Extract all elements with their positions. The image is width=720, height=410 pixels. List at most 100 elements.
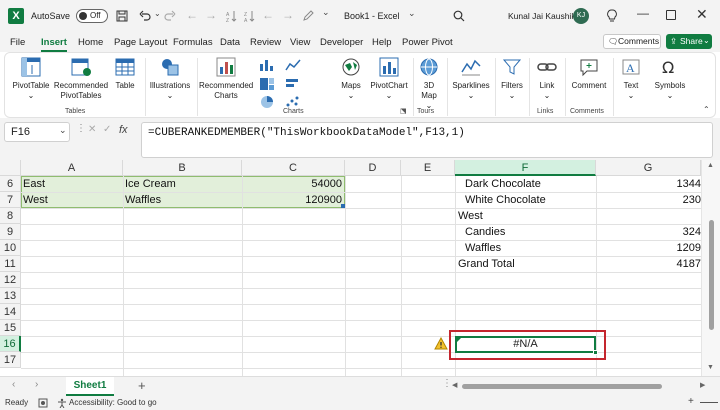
row-header[interactable]: 17 <box>0 352 21 368</box>
close-icon[interactable]: ✕ <box>696 6 708 23</box>
cell-a7[interactable]: West <box>23 192 121 208</box>
line-chart-icon[interactable] <box>285 58 301 72</box>
cell-b6[interactable]: Ice Cream <box>125 176 240 192</box>
worksheet-grid[interactable]: A B C D E F G 6 7 8 9 10 11 12 13 14 15 … <box>0 160 720 376</box>
title-dropdown-icon[interactable]: ⌄ <box>408 8 416 19</box>
cancel-formula-icon[interactable]: ✕ <box>88 124 96 135</box>
save-icon[interactable] <box>116 10 128 22</box>
lightbulb-icon[interactable] <box>606 9 618 23</box>
back-arrow-icon[interactable]: ← <box>186 8 198 22</box>
sparklines-button[interactable]: Sparklines ⌄ <box>449 56 493 101</box>
link-button[interactable]: Link ⌄ <box>531 56 563 101</box>
restore-icon[interactable] <box>666 10 676 20</box>
next-sheet-icon[interactable]: › <box>35 379 38 390</box>
row-header-selected[interactable]: 16 <box>0 336 21 352</box>
column-header-b[interactable]: B <box>123 160 242 176</box>
scroll-right-icon[interactable]: ▶ <box>700 381 705 389</box>
pivot-value-g11[interactable]: 4187 <box>597 256 701 272</box>
formula-input[interactable]: =CUBERANKEDMEMBER("ThisWorkbookDataModel… <box>141 122 713 158</box>
pie-chart-icon[interactable] <box>259 95 275 109</box>
cell-c7[interactable]: 120900 <box>243 192 345 208</box>
scrollbar-thumb[interactable] <box>709 220 714 330</box>
back-icon[interactable]: ← <box>262 8 274 22</box>
table-button[interactable]: Table <box>109 56 141 91</box>
pivot-label-f11[interactable]: Grand Total <box>458 256 595 272</box>
scroll-up-icon[interactable]: ▲ <box>707 162 714 169</box>
scroll-left-icon[interactable]: ◀ <box>452 381 457 389</box>
zoom-slider-track[interactable] <box>700 402 718 403</box>
row-header[interactable]: 14 <box>0 304 21 320</box>
prev-sheet-icon[interactable]: ‹ <box>12 379 15 390</box>
share-button[interactable]: ⇪ Share ⌄ <box>666 34 712 49</box>
sort-desc-icon[interactable]: ZA <box>244 10 256 22</box>
row-header[interactable]: 11 <box>0 256 21 272</box>
insert-function-icon[interactable]: fx <box>119 124 128 136</box>
bar-chart-icon[interactable] <box>285 77 301 91</box>
tab-review[interactable]: Review <box>250 37 281 48</box>
customize-qat-icon[interactable]: ⌄ <box>322 7 330 18</box>
pivot-label-f10[interactable]: Waffles <box>465 240 595 256</box>
column-header-e[interactable]: E <box>401 160 455 176</box>
row-header[interactable]: 7 <box>0 192 21 208</box>
redo-icon[interactable] <box>164 10 176 22</box>
text-button[interactable]: A Text ⌄ <box>615 56 647 101</box>
hierarchy-chart-icon[interactable] <box>259 77 275 91</box>
zoom-plus-icon[interactable]: + <box>688 396 694 407</box>
pen-icon[interactable] <box>302 10 314 22</box>
symbols-button[interactable]: Ω Symbols ⌄ <box>649 56 691 101</box>
column-chart-icon[interactable] <box>259 58 275 72</box>
row-header[interactable]: 8 <box>0 208 21 224</box>
accessibility-icon[interactable] <box>57 398 67 408</box>
minimize-icon[interactable]: — <box>637 6 649 20</box>
vertical-scrollbar[interactable]: ▲ ▼ <box>701 160 720 376</box>
row-header[interactable]: 13 <box>0 288 21 304</box>
charts-dialog-launcher-icon[interactable]: ⬔ <box>400 107 407 115</box>
sort-icon[interactable]: AZ <box>226 10 238 22</box>
tab-help[interactable]: Help <box>372 37 392 48</box>
pivot-value-g10[interactable]: 1209 <box>597 240 701 256</box>
tab-insert[interactable]: Insert <box>41 37 67 52</box>
pivot-label-f6[interactable]: Dark Chocolate <box>465 176 595 192</box>
pivottable-button[interactable]: PivotTable ⌄ <box>9 56 53 101</box>
name-box[interactable]: F16 ⌄ <box>4 122 70 142</box>
sheet-tab-sheet1[interactable]: Sheet1 <box>66 377 114 396</box>
avatar[interactable]: KJ <box>573 8 589 24</box>
table-resize-handle[interactable] <box>341 204 345 208</box>
cell-b7[interactable]: Waffles <box>125 192 240 208</box>
select-all-corner[interactable] <box>0 160 21 176</box>
row-header[interactable]: 6 <box>0 176 21 192</box>
row-header[interactable]: 10 <box>0 240 21 256</box>
cell-a6[interactable]: East <box>23 176 121 192</box>
maps-button[interactable]: Maps ⌄ <box>335 56 367 101</box>
column-header-d[interactable]: D <box>345 160 401 176</box>
tab-view[interactable]: View <box>290 37 310 48</box>
pivot-label-f8[interactable]: West <box>458 208 595 224</box>
warning-icon[interactable] <box>434 337 448 350</box>
column-header-a[interactable]: A <box>21 160 123 176</box>
illustrations-button[interactable]: Illustrations ⌄ <box>147 56 193 101</box>
pivotchart-button[interactable]: PivotChart ⌄ <box>367 56 411 101</box>
status-accessibility[interactable]: Accessibility: Good to go <box>69 398 157 407</box>
cell-c6[interactable]: 54000 <box>243 176 345 192</box>
scroll-down-icon[interactable]: ▼ <box>707 364 714 371</box>
filters-button[interactable]: Filters ⌄ <box>497 56 527 101</box>
column-header-g[interactable]: G <box>596 160 701 176</box>
enter-formula-icon[interactable]: ✓ <box>103 124 111 135</box>
forward-arrow-icon[interactable]: → <box>205 8 217 22</box>
pivot-label-f7[interactable]: White Chocolate <box>465 192 595 208</box>
collapse-ribbon-icon[interactable]: ⌃ <box>703 105 710 114</box>
tab-developer[interactable]: Developer <box>320 37 363 48</box>
name-box-dropdown-icon[interactable]: ⌄ <box>59 125 67 136</box>
recommended-charts-button[interactable]: Recommended Charts <box>199 56 253 101</box>
column-header-c[interactable]: C <box>242 160 345 176</box>
row-header[interactable]: 15 <box>0 320 21 336</box>
more-options-icon[interactable]: ⋮ <box>76 123 86 134</box>
tab-data[interactable]: Data <box>220 37 240 48</box>
add-sheet-button[interactable]: + <box>138 378 146 393</box>
row-header[interactable]: 12 <box>0 272 21 288</box>
scatter-chart-icon[interactable] <box>285 95 301 109</box>
pivot-value-g7[interactable]: 230 <box>597 192 701 208</box>
pivot-value-g9[interactable]: 324 <box>597 224 701 240</box>
sheet-options-icon[interactable]: ⋮ <box>442 378 452 389</box>
search-icon[interactable] <box>453 10 465 22</box>
